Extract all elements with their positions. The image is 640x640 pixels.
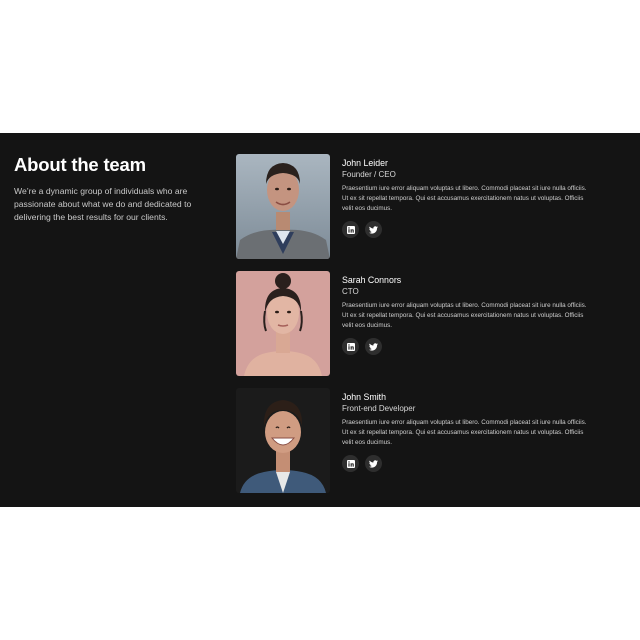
twitter-icon (369, 225, 378, 234)
member-role: Founder / CEO (342, 170, 396, 179)
team-section: About the team We’re a dynamic group of … (0, 133, 640, 507)
page: About the team We’re a dynamic group of … (0, 0, 640, 640)
twitter-button[interactable] (365, 338, 382, 355)
linkedin-icon (346, 225, 355, 234)
section-title: About the team (14, 154, 146, 175)
team-member-card: John Smith Front-end Developer Praesenti… (236, 388, 596, 493)
member-info: Sarah Connors CTO Praesentium iure error… (342, 275, 592, 355)
member-socials (342, 221, 592, 238)
member-name: Sarah Connors (342, 275, 402, 285)
member-role: CTO (342, 287, 359, 296)
linkedin-button[interactable] (342, 455, 359, 472)
member-bio: Praesentium iure error aliquam voluptas … (342, 419, 587, 446)
member-socials (342, 338, 592, 355)
section-description: We’re a dynamic group of individuals who… (14, 186, 192, 222)
team-member-card: Sarah Connors CTO Praesentium iure error… (236, 271, 596, 376)
member-name: John Smith (342, 392, 387, 402)
member-photo (236, 388, 330, 493)
linkedin-button[interactable] (342, 338, 359, 355)
twitter-button[interactable] (365, 221, 382, 238)
member-bio: Praesentium iure error aliquam voluptas … (342, 302, 587, 329)
member-info: John Leider Founder / CEO Praesentium iu… (342, 158, 592, 238)
twitter-icon (369, 342, 378, 351)
member-role: Front-end Developer (342, 404, 416, 413)
team-intro: About the team We’re a dynamic group of … (14, 153, 214, 224)
twitter-button[interactable] (365, 455, 382, 472)
team-members-list: John Leider Founder / CEO Praesentium iu… (236, 154, 596, 505)
linkedin-icon (346, 342, 355, 351)
member-socials (342, 455, 592, 472)
member-name: John Leider (342, 158, 388, 168)
member-photo (236, 271, 330, 376)
linkedin-button[interactable] (342, 221, 359, 238)
member-bio: Praesentium iure error aliquam voluptas … (342, 185, 587, 212)
linkedin-icon (346, 459, 355, 468)
member-info: John Smith Front-end Developer Praesenti… (342, 392, 592, 472)
team-member-card: John Leider Founder / CEO Praesentium iu… (236, 154, 596, 259)
twitter-icon (369, 459, 378, 468)
member-photo (236, 154, 330, 259)
